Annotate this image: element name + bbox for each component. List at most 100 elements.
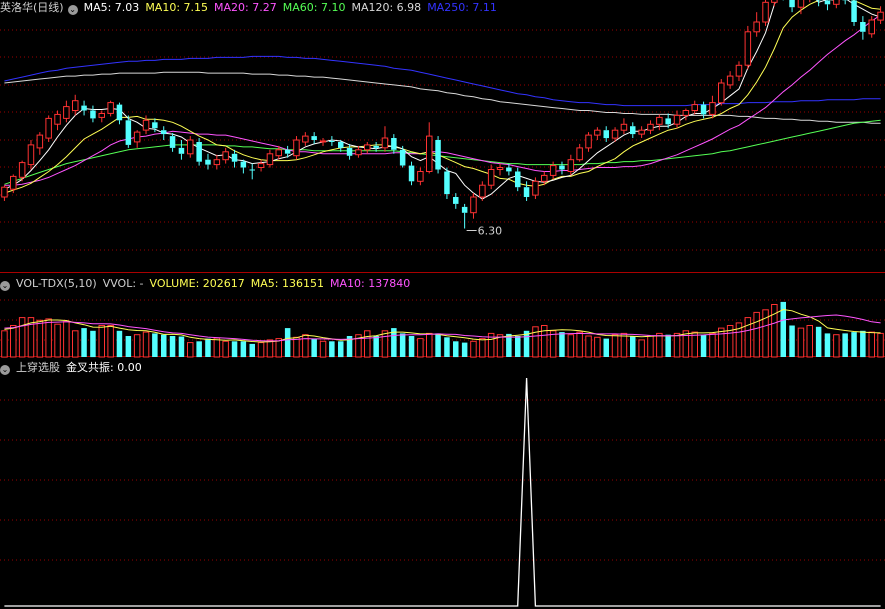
candle bbox=[257, 163, 265, 169]
volume-bar bbox=[515, 336, 521, 357]
candle bbox=[585, 134, 592, 149]
candle bbox=[408, 165, 415, 182]
candle bbox=[549, 165, 557, 176]
vol-ma10: MA10: 137840 bbox=[330, 277, 411, 290]
candle bbox=[240, 161, 247, 168]
candle bbox=[311, 136, 317, 140]
volume-bar bbox=[718, 327, 725, 358]
candle bbox=[205, 159, 211, 165]
candle bbox=[762, 1, 769, 23]
candle bbox=[178, 147, 185, 154]
candle bbox=[426, 135, 433, 173]
candle bbox=[461, 206, 468, 213]
legend-ma60: MA60: 7.10 bbox=[282, 1, 346, 14]
candle bbox=[496, 167, 504, 170]
volume-bar bbox=[311, 338, 317, 357]
volume-bar bbox=[213, 337, 221, 358]
candle bbox=[125, 120, 132, 145]
legend-ma250: MA250: 7.11 bbox=[427, 1, 497, 14]
volume-bar bbox=[107, 325, 114, 358]
volume-bar bbox=[532, 326, 539, 358]
legend-ma20: MA20: 7.27 bbox=[214, 1, 277, 14]
candle bbox=[399, 149, 406, 166]
volume-bar bbox=[744, 317, 752, 358]
volume-bar bbox=[222, 340, 229, 358]
volume-bar bbox=[72, 330, 79, 358]
volume-bar bbox=[797, 327, 805, 358]
candle bbox=[789, 0, 795, 8]
candle bbox=[275, 149, 282, 157]
volume-bar bbox=[266, 339, 274, 358]
volume-bar bbox=[806, 325, 813, 358]
volume-bar bbox=[196, 341, 202, 358]
candle bbox=[470, 196, 477, 214]
price-panel-header: 英洛华(日线) ⌄ MA5: 7.03 MA10: 7.15 MA20: 7.27 MA6… bbox=[0, 0, 503, 16]
volume-bar bbox=[169, 336, 176, 357]
volume-bar bbox=[231, 341, 238, 358]
volume-bar bbox=[691, 331, 698, 358]
candle bbox=[213, 159, 221, 166]
candle bbox=[417, 171, 424, 182]
volume-bar bbox=[426, 332, 433, 358]
volume-bar bbox=[178, 336, 185, 357]
volume-bar bbox=[479, 338, 486, 358]
candle bbox=[54, 113, 61, 125]
candle bbox=[523, 187, 530, 197]
volume-bar bbox=[868, 331, 875, 358]
candle bbox=[630, 126, 636, 135]
candle bbox=[302, 135, 309, 143]
volume-bar bbox=[620, 332, 628, 358]
candle bbox=[709, 102, 716, 115]
volume-bar bbox=[373, 336, 379, 357]
candle bbox=[169, 136, 176, 148]
volume-bar bbox=[470, 340, 477, 358]
volume-bar bbox=[444, 337, 450, 357]
candle bbox=[161, 130, 167, 135]
candle bbox=[187, 139, 194, 155]
volume-bar bbox=[824, 333, 831, 357]
chart-area[interactable]: 8.086.30 bbox=[0, 0, 885, 609]
volume-bar bbox=[753, 311, 760, 358]
volume-bar bbox=[700, 334, 707, 357]
candle bbox=[1, 186, 8, 198]
chevron-down-icon[interactable]: ⌄ bbox=[0, 365, 10, 375]
vol-ma5: MA5: 136151 bbox=[250, 277, 324, 290]
candle bbox=[152, 122, 158, 129]
volume-bar bbox=[673, 332, 681, 358]
candle bbox=[656, 116, 663, 125]
candle bbox=[18, 162, 26, 178]
volume-bar bbox=[142, 331, 150, 358]
volume-bar bbox=[877, 332, 884, 358]
candle bbox=[249, 169, 255, 171]
volume-bar bbox=[249, 343, 255, 357]
volume-bar bbox=[10, 325, 17, 358]
volume-bar bbox=[293, 336, 300, 358]
candle bbox=[98, 113, 105, 118]
candle bbox=[355, 149, 362, 156]
candle bbox=[391, 138, 397, 150]
candle bbox=[36, 134, 44, 149]
candle bbox=[744, 31, 752, 66]
candle bbox=[868, 19, 875, 35]
volume-bar bbox=[594, 336, 601, 358]
candle bbox=[541, 174, 548, 182]
candle bbox=[576, 147, 583, 161]
candle bbox=[700, 104, 707, 115]
candle bbox=[381, 137, 389, 149]
volume-bar bbox=[257, 342, 265, 358]
candle bbox=[877, 11, 884, 21]
candle bbox=[567, 159, 575, 172]
candle bbox=[638, 129, 645, 135]
volume-bar bbox=[81, 328, 87, 357]
indicator-panel-header: ⌄ 上穿选股 金叉共振: 0.00 bbox=[0, 360, 148, 376]
chevron-down-icon[interactable]: ⌄ bbox=[67, 5, 78, 15]
candle bbox=[647, 123, 654, 131]
candle bbox=[682, 110, 690, 116]
candle bbox=[735, 64, 743, 77]
candle bbox=[266, 153, 274, 166]
volume-bar bbox=[161, 334, 167, 357]
volume-bar bbox=[1, 330, 8, 358]
candle bbox=[435, 140, 441, 170]
indicator-signal-line bbox=[4, 377, 881, 607]
chevron-down-icon[interactable]: ⌄ bbox=[0, 281, 10, 291]
